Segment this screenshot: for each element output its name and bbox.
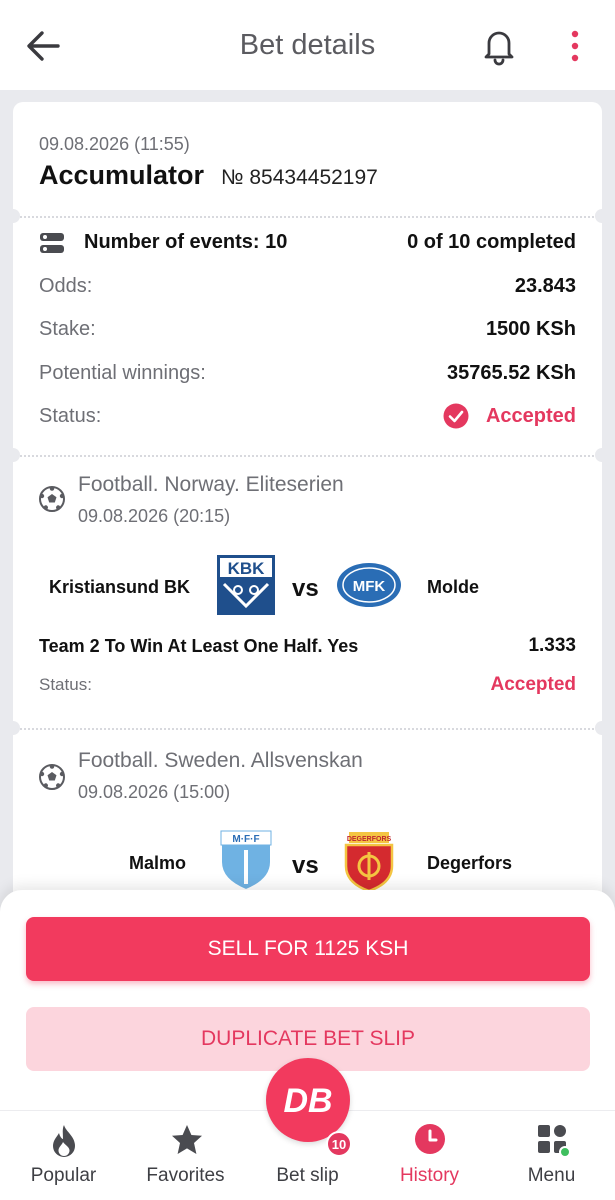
flame-icon (53, 1125, 75, 1157)
nav-item-favorites[interactable]: Favorites (124, 1111, 247, 1200)
db-logo-text: DB (283, 1082, 332, 1120)
bet-type: Accumulator (39, 160, 205, 190)
team-logo-text: MFK (353, 578, 386, 595)
vs-label: vs (292, 575, 319, 602)
nav-label: Popular (30, 1165, 97, 1186)
stake-label: Stake: (39, 318, 96, 340)
bet-slip-fab[interactable]: DB (266, 1058, 350, 1142)
status-badge: Accepted (485, 405, 576, 427)
divider (13, 455, 602, 457)
nav-label: Favorites (146, 1165, 225, 1186)
clock-icon (415, 1124, 445, 1154)
team-home-name: Kristiansund BK (49, 577, 191, 597)
nav-item-menu[interactable]: Menu (490, 1111, 613, 1200)
star-icon (172, 1125, 202, 1154)
status-label: Status: (39, 405, 102, 427)
winnings-label: Potential winnings: (39, 362, 206, 384)
bet-number[interactable]: № 85434452197 (221, 166, 378, 190)
page-title: Bet details (239, 28, 376, 61)
nav-label: History (399, 1165, 460, 1186)
degerfors-logo: DEGERFORS (344, 832, 394, 892)
nav-label: Bet slip (276, 1165, 339, 1186)
team-logo-text: KBK (228, 559, 266, 578)
odds-label: Odds: (39, 275, 93, 297)
event-status-label: Status: (39, 675, 92, 694)
event-league: Football. Sweden. Allsvenskan (78, 749, 363, 772)
team-away-name: Degerfors (427, 853, 513, 873)
event-league: Football. Norway. Eliteserien (78, 473, 344, 496)
event-status-badge: Accepted (490, 674, 576, 695)
divider (13, 728, 602, 730)
bet-market: Team 2 To Win At Least One Half. Yes (39, 636, 359, 656)
molde-logo: MFK (337, 563, 401, 607)
events-count: Number of events: 10 (84, 231, 288, 253)
check-circle-icon (443, 403, 469, 429)
bet-date: 09.08.2026 (11:55) (39, 134, 190, 154)
divider (13, 216, 602, 218)
kristiansund-logo: KBK (217, 555, 275, 615)
team-logo-text: M·F·F (232, 834, 259, 845)
winnings-value: 35765.52 KSh (447, 362, 576, 384)
event-date: 09.08.2026 (15:00) (78, 782, 231, 802)
team-away-name: Molde (427, 577, 479, 597)
more-vertical-icon[interactable] (560, 26, 590, 66)
stake-value: 1500 KSh (485, 318, 576, 340)
event-odds: 1.333 (528, 635, 576, 656)
events-completed: 0 of 10 completed (407, 231, 576, 253)
back-arrow-icon[interactable] (24, 28, 64, 64)
nav-item-history[interactable]: History (368, 1111, 491, 1200)
bell-icon[interactable] (480, 26, 518, 66)
team-home-name: Malmo (129, 853, 187, 873)
soccer-ball-icon (39, 764, 65, 790)
bet-details-card: 09.08.2026 (11:55) Accumulator № 8543445… (6, 102, 609, 1002)
sell-bet-button[interactable]: SELL FOR 1125 KSH (26, 917, 590, 981)
team-logo-text: DEGERFORS (347, 836, 392, 843)
nav-label: Menu (527, 1165, 576, 1186)
odds-value: 23.843 (514, 275, 576, 297)
vs-label: vs (292, 852, 319, 879)
event-date: 09.08.2026 (20:15) (78, 506, 231, 526)
top-app-bar: Bet details (0, 0, 615, 90)
events-list-icon (40, 233, 64, 253)
bet-slip-count-badge: 10 (326, 1131, 352, 1157)
soccer-ball-icon (39, 486, 65, 512)
malmo-logo: M·F·F (220, 830, 272, 892)
grid-icon (538, 1125, 570, 1157)
db-logo-icon: DB (283, 1082, 332, 1120)
nav-item-popular[interactable]: Popular (2, 1111, 125, 1200)
